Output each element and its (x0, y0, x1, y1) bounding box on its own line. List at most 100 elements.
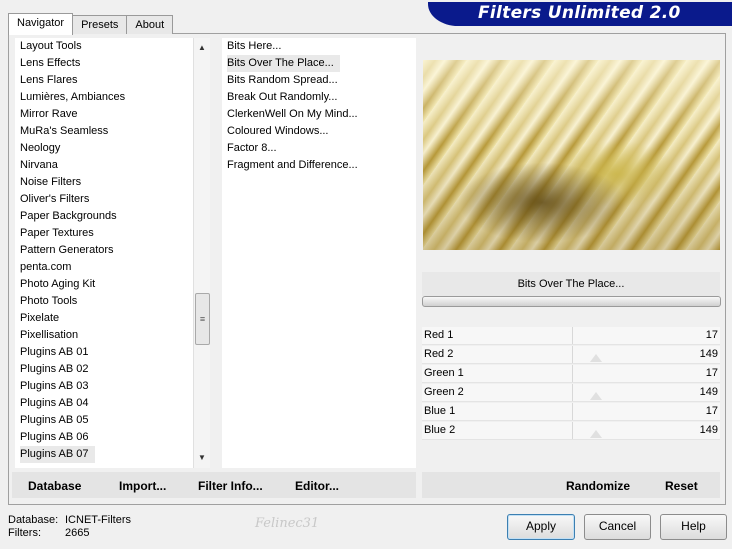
category-item-label: Plugins AB 05 (20, 414, 89, 426)
category-item-label: Plugins AB 01 (20, 346, 89, 358)
filter-info-button[interactable]: Filter Info... (198, 479, 263, 493)
category-item[interactable]: Noise Filters (15, 174, 193, 191)
scroll-thumb[interactable]: ≡ (195, 293, 210, 345)
param-value: 149 (699, 348, 718, 360)
tab-strip: Navigator Presets About (8, 13, 174, 35)
category-item[interactable]: Lens Effects (15, 55, 193, 72)
param-value: 17 (705, 367, 718, 379)
category-item[interactable]: Plugins AB 07 (15, 446, 193, 463)
param-value: 149 (699, 424, 718, 436)
category-item[interactable]: Paper Textures (15, 225, 193, 242)
randomize-button[interactable]: Randomize (566, 479, 630, 493)
apply-button[interactable]: Apply (507, 514, 575, 540)
category-item[interactable]: Lens Flares (15, 72, 193, 89)
category-item[interactable]: Plugins AB 01 (15, 344, 193, 361)
category-item[interactable]: Plugins AB 05 (15, 412, 193, 429)
category-item[interactable]: Plugins AB 02 (15, 361, 193, 378)
category-item-label: Plugins AB 07 (20, 446, 95, 463)
slider-marker-icon[interactable] (590, 392, 602, 400)
category-item-label: MuRa's Seamless (20, 125, 109, 137)
import-button[interactable]: Import... (119, 479, 166, 493)
category-scrollbar[interactable]: ▲ ≡ ▼ (193, 38, 210, 468)
category-item[interactable]: Photo Aging Kit (15, 276, 193, 293)
param-value: 17 (705, 405, 718, 417)
filters-count: 2665 (65, 527, 90, 539)
category-item[interactable]: penta.com (15, 259, 193, 276)
param-slider-row[interactable]: Blue 2 149 (422, 422, 720, 440)
category-item[interactable]: Mirror Rave (15, 106, 193, 123)
scroll-up-arrow-icon[interactable]: ▲ (194, 40, 210, 56)
filter-item-label: Bits Random Spread... (227, 74, 338, 86)
tab-presets[interactable]: Presets (72, 15, 128, 34)
database-button[interactable]: Database (28, 479, 81, 493)
filter-item[interactable]: Break Out Randomly... (222, 89, 416, 106)
category-item[interactable]: Plugins AB 03 (15, 378, 193, 395)
param-label: Red 1 (424, 329, 454, 341)
category-item-label: Photo Aging Kit (20, 278, 96, 290)
category-item-label: Plugins AB 04 (20, 397, 89, 409)
category-item[interactable]: Photo Tools (15, 293, 193, 310)
filter-item[interactable]: Bits Random Spread... (222, 72, 416, 89)
tab-navigator[interactable]: Navigator (8, 13, 74, 35)
param-slider-row[interactable]: Green 1 17 (422, 365, 720, 383)
param-value: 17 (705, 329, 718, 341)
param-value: 149 (699, 386, 718, 398)
watermark-signature: Felinec31 (255, 516, 320, 531)
tab-about[interactable]: About (126, 15, 174, 34)
category-item[interactable]: MuRa's Seamless (15, 123, 193, 140)
category-item-label: Paper Textures (20, 227, 94, 239)
filter-item-label: Factor 8... (227, 142, 277, 154)
category-item-label: Lens Effects (20, 57, 81, 69)
filter-item[interactable]: Factor 8... (222, 140, 416, 157)
help-button[interactable]: Help (660, 514, 727, 540)
slider-center-tick (572, 384, 573, 401)
filters-label: Filters: (8, 527, 41, 539)
param-label: Blue 2 (424, 424, 456, 436)
filter-preview-image (423, 60, 720, 250)
param-slider-row[interactable]: Red 2 149 (422, 346, 720, 364)
category-item[interactable]: Plugins AB 06 (15, 429, 193, 446)
filter-item[interactable]: Bits Over The Place... (222, 55, 416, 72)
cancel-button[interactable]: Cancel (584, 514, 651, 540)
scroll-down-arrow-icon[interactable]: ▼ (194, 450, 210, 466)
parameter-sliders: Red 1 17 Red 2 149 Green 1 17 Green 2 149 Blue 1… (422, 327, 720, 441)
filter-item[interactable]: Fragment and Difference... (222, 157, 416, 174)
param-label: Blue 1 (424, 405, 456, 417)
category-item-label: Plugins AB 02 (20, 363, 89, 375)
category-item[interactable]: Pattern Generators (15, 242, 193, 259)
filter-item[interactable]: ClerkenWell On My Mind... (222, 106, 416, 123)
category-item[interactable]: Layout Tools (15, 38, 193, 55)
category-item[interactable]: Paper Backgrounds (15, 208, 193, 225)
category-list[interactable]: Layout Tools Lens Effects Lens Flares Lumiè… (15, 38, 193, 468)
param-slider-row[interactable]: Blue 1 17 (422, 403, 720, 421)
category-item-label: penta.com (20, 261, 72, 273)
category-item[interactable]: Nirvana (15, 157, 193, 174)
category-item-label: Pattern Generators (20, 244, 114, 256)
filter-item[interactable]: Bits Here... (222, 38, 416, 55)
category-item[interactable]: Pixellisation (15, 327, 193, 344)
category-item[interactable]: Neology (15, 140, 193, 157)
filter-progress-bar (422, 296, 721, 307)
category-item-label: Pixellisation (20, 329, 79, 341)
slider-marker-icon[interactable] (590, 354, 602, 362)
slider-center-tick (572, 346, 573, 363)
filter-item[interactable]: Coloured Windows... (222, 123, 416, 140)
category-item-label: Nirvana (20, 159, 58, 171)
reset-button[interactable]: Reset (665, 479, 698, 493)
param-slider-row[interactable]: Green 2 149 (422, 384, 720, 402)
category-item[interactable]: Lumières, Ambiances (15, 89, 193, 106)
editor-button[interactable]: Editor... (295, 479, 339, 493)
filter-item-label: Break Out Randomly... (227, 91, 338, 103)
category-item-label: Noise Filters (20, 176, 82, 188)
param-slider-row[interactable]: Red 1 17 (422, 327, 720, 345)
slider-marker-icon[interactable] (590, 430, 602, 438)
category-item[interactable]: Pixelate (15, 310, 193, 327)
filter-list[interactable]: Bits Here... Bits Over The Place... Bits R… (222, 38, 416, 468)
category-item-label: Plugins AB 06 (20, 431, 89, 443)
category-item[interactable]: Plugins AB 04 (15, 395, 193, 412)
filter-item-label: Bits Over The Place... (227, 55, 340, 72)
category-item-label: Oliver's Filters (20, 193, 90, 205)
category-item[interactable]: Oliver's Filters (15, 191, 193, 208)
filter-item-label: ClerkenWell On My Mind... (227, 108, 358, 120)
selected-filter-title: Bits Over The Place... (422, 272, 720, 296)
